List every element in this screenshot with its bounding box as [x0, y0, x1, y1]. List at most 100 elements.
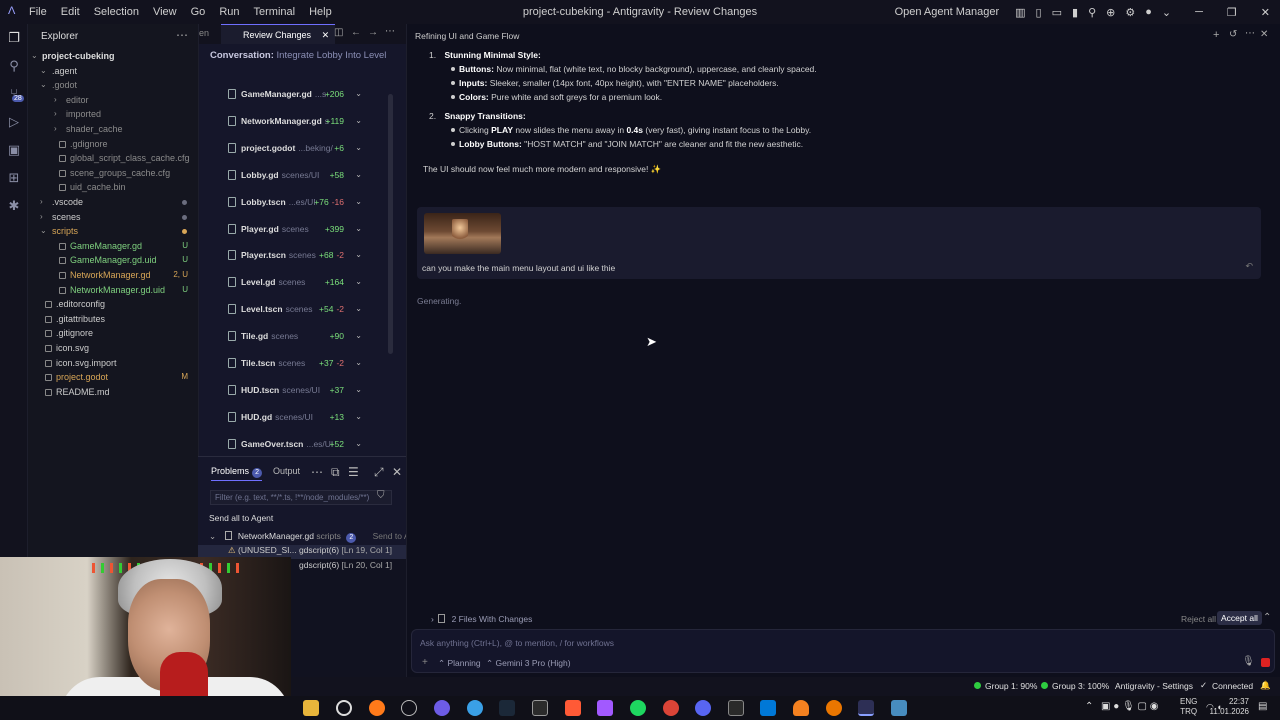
model-selector[interactable]: ⌃ Gemini 3 Pro (High)	[486, 658, 571, 669]
close-window-icon[interactable]: ✕	[1261, 6, 1270, 19]
terminal-icon[interactable]	[728, 700, 744, 716]
file-explorer-icon[interactable]	[303, 700, 319, 716]
steam-icon[interactable]	[499, 700, 515, 716]
tree-file[interactable]: global_script_class_cache.cfg	[28, 151, 198, 166]
menu-view[interactable]: View	[146, 6, 184, 18]
chevron-down-icon[interactable]: ⌄	[355, 273, 362, 291]
tree-folder[interactable]: › imported	[28, 107, 198, 122]
menu-help[interactable]: Help	[302, 6, 339, 18]
search-icon[interactable]: ⚲	[6, 58, 22, 74]
problems-filter-input[interactable]: Filter (e.g. text, **/*.ts, !**/node_mod…	[210, 490, 392, 505]
chevron-down-icon[interactable]: ⌄	[355, 220, 362, 238]
tree-file[interactable]: icon.svg.import	[28, 356, 198, 371]
close-panel-icon[interactable]: ✕	[392, 465, 402, 479]
app-icon[interactable]	[565, 700, 581, 716]
copy-icon[interactable]: ⧉	[331, 465, 340, 480]
close-tab-icon[interactable]: ✕	[322, 30, 330, 40]
obs-icon[interactable]	[401, 700, 417, 716]
tree-folder[interactable]: ⌄ scripts	[28, 224, 198, 239]
explorer-root-folder[interactable]: ⌄ project-cubeking	[28, 49, 198, 64]
chevron-down-icon[interactable]: ⌄	[355, 381, 362, 399]
chevron-down-icon[interactable]: ⌄	[355, 300, 362, 318]
group1-quota[interactable]: Group 1: 90%	[985, 681, 1037, 691]
chevron-down-icon[interactable]: ⌄	[355, 408, 362, 426]
chevron-down-icon[interactable]: ⌄	[355, 139, 362, 157]
spotify-icon[interactable]	[630, 700, 646, 716]
tree-folder[interactable]: ⌄ .agent	[28, 64, 198, 79]
gear-icon[interactable]: ⚙	[1125, 6, 1135, 19]
maximize-panel-icon[interactable]: ⤢	[374, 465, 384, 480]
changed-file-row[interactable]: Level.tscn scenes +54 -2 ⌄	[222, 300, 372, 318]
more-actions-icon[interactable]: ⋯	[385, 26, 395, 37]
tab-problems[interactable]: Problems 2	[211, 466, 263, 481]
notification-center-icon[interactable]: ▤	[1258, 701, 1267, 712]
account-icon[interactable]: ●	[1145, 6, 1152, 18]
tree-file[interactable]: NetworkManager.gd 2, U	[28, 268, 198, 283]
changed-file-row[interactable]: Player.tscn scenes +68 -2 ⌄	[222, 246, 372, 264]
tree-file[interactable]: .gitignore	[28, 326, 198, 341]
tree-folder[interactable]: ⌄ .godot	[28, 78, 198, 93]
tree-file[interactable]: README.md	[28, 385, 198, 400]
collapse-icon[interactable]: ☰	[348, 465, 359, 479]
changed-file-row[interactable]: Player.gd scenes +399 ⌄	[222, 220, 372, 238]
tree-file[interactable]: NetworkManager.gd.uid U	[28, 283, 198, 298]
tab-review-changes[interactable]: Review Changes ✕	[221, 24, 336, 44]
firefox-icon[interactable]	[369, 700, 385, 716]
changed-file-row[interactable]: Lobby.gd scenes/UI +58 ⌄	[222, 166, 372, 184]
microphone-icon[interactable]: 🎙	[1242, 656, 1255, 667]
maximize-icon[interactable]: ❐	[1227, 6, 1237, 19]
forward-icon[interactable]: →	[368, 27, 378, 38]
tree-file[interactable]: .gitattributes	[28, 312, 198, 327]
attached-image-thumbnail[interactable]	[424, 213, 501, 254]
chevron-down-icon[interactable]: ⌄	[355, 112, 362, 130]
changed-file-row[interactable]: Tile.gd scenes +90 ⌄	[222, 327, 372, 345]
menu-selection[interactable]: Selection	[87, 6, 146, 18]
chevron-down-icon[interactable]: ⌄	[355, 246, 362, 264]
toggle-secondary-sidebar-icon[interactable]: ▮	[1072, 6, 1078, 19]
tree-file[interactable]: project.godot M	[28, 370, 198, 385]
changed-file-row[interactable]: HUD.tscn scenes/UI +37 ⌄	[222, 381, 372, 399]
add-context-icon[interactable]: +	[422, 657, 428, 668]
scrollbar[interactable]	[388, 94, 393, 354]
godot-icon[interactable]	[891, 700, 907, 716]
extensions-icon[interactable]: ⊞	[6, 170, 22, 186]
chat-input-box[interactable]: Ask anything (Ctrl+L), @ to mention, / f…	[411, 629, 1275, 673]
layout-icon[interactable]: ▥	[1015, 6, 1025, 19]
discord-icon[interactable]	[695, 700, 711, 716]
tree-file[interactable]: GameManager.gd.uid U	[28, 253, 198, 268]
changed-file-row[interactable]: Tile.tscn scenes +37 -2 ⌄	[222, 354, 372, 372]
chat-input[interactable]: Ask anything (Ctrl+L), @ to mention, / f…	[420, 638, 614, 648]
chrome-icon[interactable]	[663, 700, 679, 716]
stop-button[interactable]	[1261, 658, 1270, 667]
agent-icon[interactable]: ✱	[6, 198, 22, 214]
changed-file-row[interactable]: NetworkManager.gd s +119 ⌄	[222, 112, 372, 130]
new-chat-icon[interactable]: +	[1213, 29, 1219, 41]
problem-row[interactable]: gdscript(6) [Ln 20, Col 1]	[299, 560, 392, 570]
open-agent-manager-button[interactable]: Open Agent Manager	[895, 6, 1000, 18]
unity-icon[interactable]	[532, 700, 548, 716]
split-editor-icon[interactable]: ◫	[334, 27, 343, 38]
chevron-down-icon[interactable]: ⌄	[355, 354, 362, 372]
chevron-down-icon[interactable]: ⌄	[355, 435, 362, 453]
changed-file-row[interactable]: GameManager.gd ...s +206 ⌄	[222, 85, 372, 103]
cloudflare-icon[interactable]	[793, 700, 809, 716]
tree-folder[interactable]: › shader_cache	[28, 122, 198, 137]
extensions-icon[interactable]: ⊕	[1106, 6, 1115, 19]
changed-file-row[interactable]: GameOver.tscn ...es/UI +52 ⌄	[222, 435, 372, 453]
send-all-to-agent-button[interactable]: Send all to Agent	[209, 513, 273, 523]
tree-file[interactable]: uid_cache.bin	[28, 180, 198, 195]
chevron-up-icon[interactable]: ⌃	[1085, 701, 1093, 712]
accept-all-button[interactable]: Accept all	[1217, 611, 1262, 625]
more-actions-icon[interactable]: ⋯	[176, 28, 188, 42]
clock[interactable]: 22:37 11.01.2026	[1203, 697, 1249, 717]
changed-file-row[interactable]: project.godot ...beking/+6 ⌄	[222, 139, 372, 157]
history-icon[interactable]: ↺	[1229, 29, 1237, 40]
changed-file-row[interactable]: HUD.gd scenes/UI +13 ⌄	[222, 408, 372, 426]
menu-run[interactable]: Run	[212, 6, 246, 18]
minimize-icon[interactable]: ─	[1195, 6, 1203, 18]
problem-file-row[interactable]: ⌄ NetworkManager.gd scripts 2 Send to Ag…	[209, 531, 424, 543]
tab-output[interactable]: Output	[273, 466, 300, 476]
tray-icons[interactable]: ▣ ● 🎙 ▢ ◉	[1101, 701, 1158, 712]
tree-folder[interactable]: › editor	[28, 93, 198, 108]
chevron-down-icon[interactable]: ⌄	[355, 166, 362, 184]
